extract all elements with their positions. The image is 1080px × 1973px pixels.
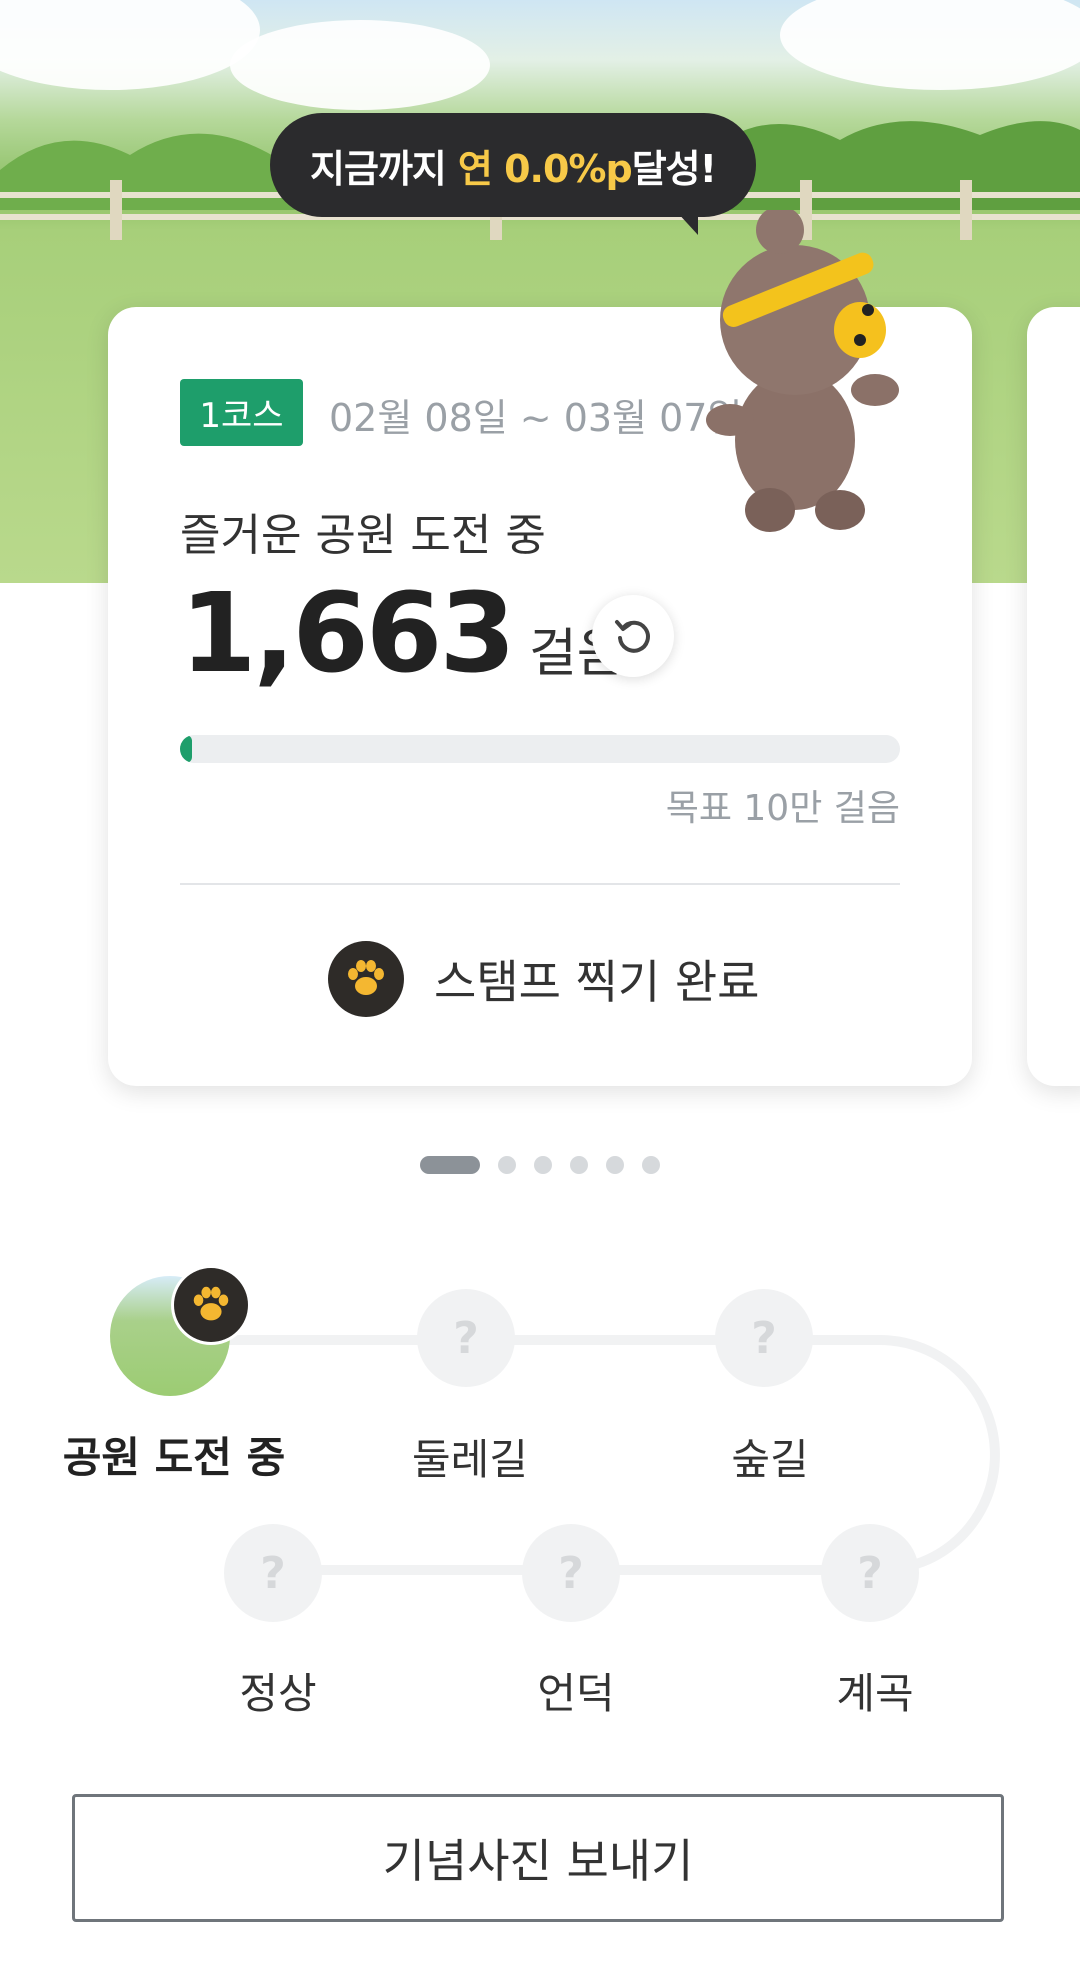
pager-dot[interactable]	[570, 1156, 588, 1174]
achievement-rate: 연 0.0%p	[457, 146, 633, 191]
card-pager[interactable]	[0, 1156, 1080, 1174]
course-period: 02월 08일 ~ 03월 07일	[329, 396, 743, 440]
course-title: 즐거운 공원 도전 중	[180, 510, 546, 561]
stamp-label: 스탬프 찍기 완료	[434, 955, 760, 1009]
stop-locked-hill[interactable]: ?	[522, 1524, 620, 1622]
refresh-button[interactable]	[592, 595, 674, 677]
next-course-card[interactable]	[1027, 307, 1080, 1086]
achievement-prefix: 지금까지	[310, 146, 447, 191]
stop-locked-dullegil[interactable]: ?	[417, 1289, 515, 1387]
stop-label-valley: 계곡	[836, 1669, 914, 1718]
pager-dot[interactable]	[420, 1156, 480, 1174]
stop-locked-valley[interactable]: ?	[821, 1524, 919, 1622]
pager-dot[interactable]	[498, 1156, 516, 1174]
achievement-suffix: 달성!	[631, 146, 717, 191]
bear-mascot	[706, 210, 899, 532]
achievement-bubble: 지금까지 연 0.0%p 달성!	[270, 113, 756, 235]
pager-dot[interactable]	[642, 1156, 660, 1174]
stop-label-park: 공원 도전 중	[62, 1433, 286, 1482]
cloud	[780, 0, 1080, 90]
step-count: 1,663 걸음	[180, 569, 625, 697]
stamp-status: 스탬프 찍기 완료	[328, 941, 759, 1017]
stop-locked-summit[interactable]: ?	[224, 1524, 322, 1622]
stop-label-hill: 언덕	[537, 1669, 615, 1718]
step-progress-fill	[180, 735, 192, 763]
paw-stamp-icon	[174, 1268, 248, 1342]
stop-locked-forest[interactable]: ?	[715, 1289, 813, 1387]
stop-label-dullegil: 둘레길	[412, 1435, 528, 1484]
stop-label-summit: 정상	[239, 1669, 317, 1718]
refresh-icon	[615, 620, 650, 653]
course-badge: 1코스	[180, 379, 303, 446]
cloud	[230, 20, 490, 110]
card-divider	[180, 883, 900, 885]
stop-label-forest: 숲길	[731, 1435, 809, 1484]
step-progress-bar	[180, 735, 900, 763]
pager-dot[interactable]	[534, 1156, 552, 1174]
pager-dot[interactable]	[606, 1156, 624, 1174]
send-photo-button[interactable]: 기념사진 보내기	[72, 1794, 1004, 1922]
cloud	[0, 0, 260, 90]
step-number: 1,663	[180, 569, 516, 697]
paw-stamp-icon	[328, 941, 404, 1017]
step-goal: 목표 10만 걸음	[665, 788, 900, 829]
